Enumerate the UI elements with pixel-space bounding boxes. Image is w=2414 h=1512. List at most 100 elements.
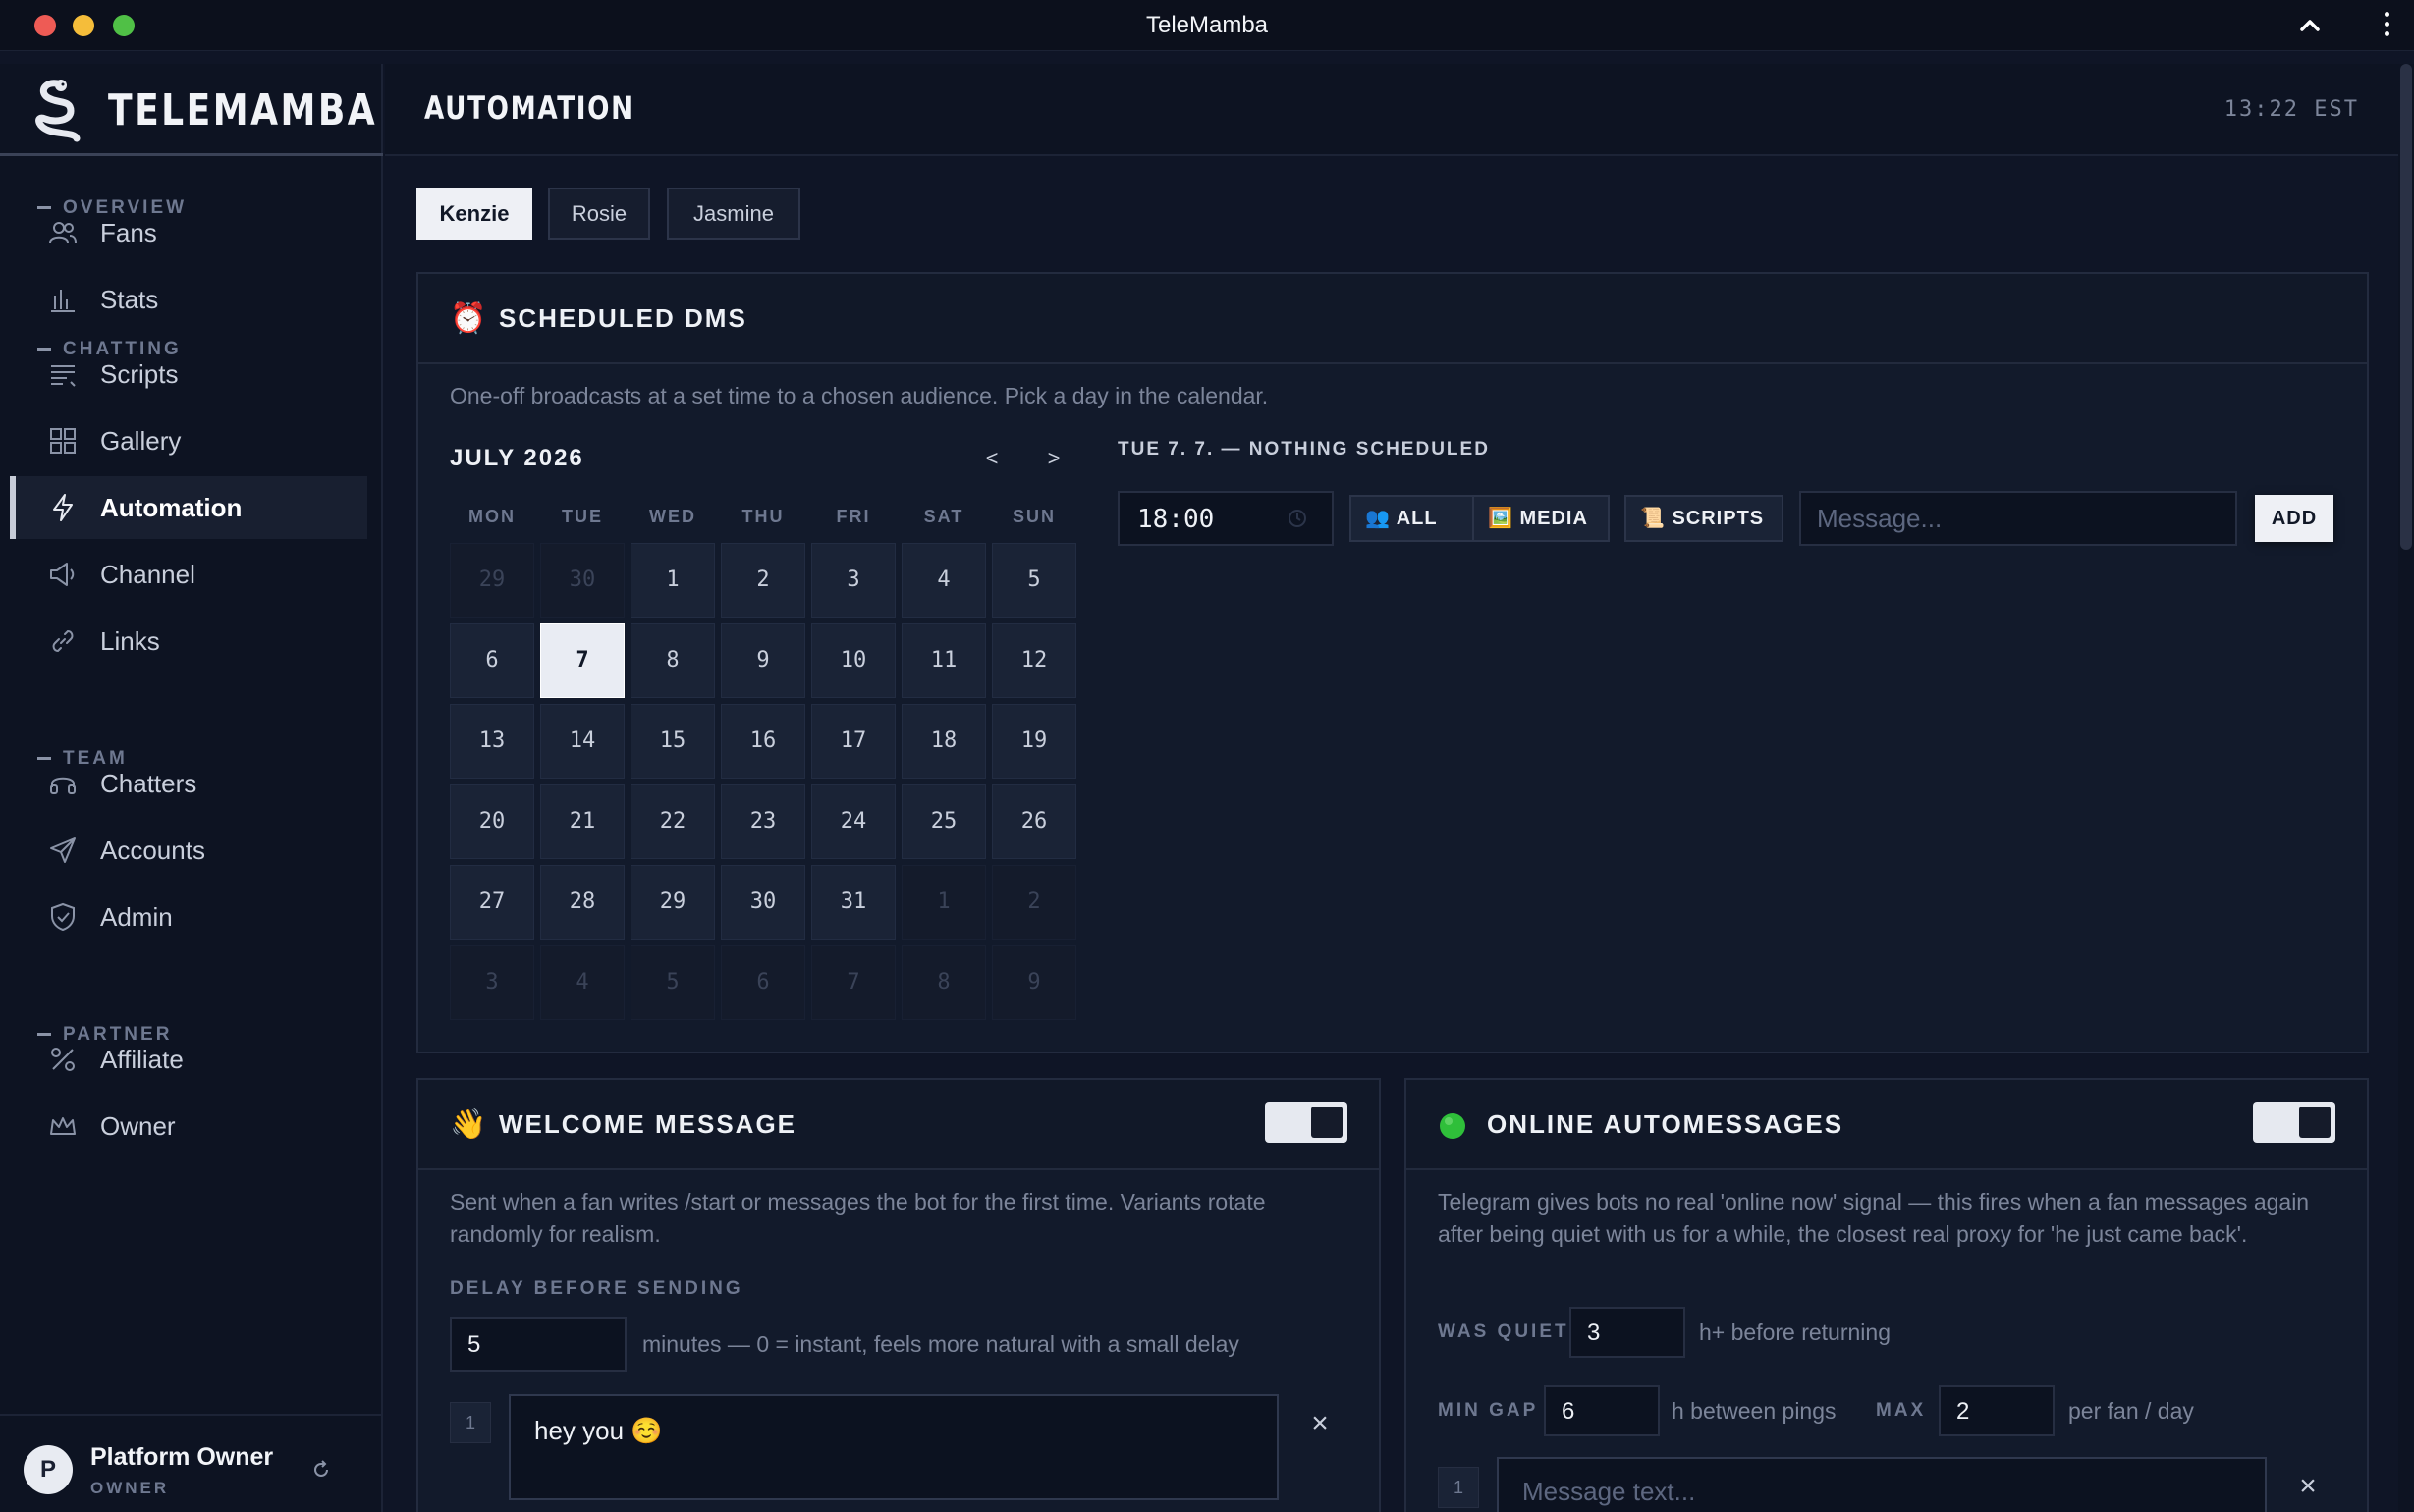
calendar-day[interactable]: 28 — [540, 865, 625, 940]
calendar-day[interactable]: 27 — [450, 865, 534, 940]
tab-jasmine[interactable]: Jasmine — [667, 188, 800, 240]
sidebar-item-links[interactable]: Links — [10, 610, 367, 673]
calendar-day[interactable]: 3 — [811, 543, 896, 618]
clock-readout: 13:22 EST — [2223, 97, 2359, 122]
sidebar-item-fans[interactable]: Fans — [10, 201, 367, 264]
sidebar-item-label: Chatters — [100, 769, 197, 798]
add-button[interactable]: ADD — [2255, 495, 2333, 542]
online-message-input[interactable] — [1497, 1457, 2267, 1512]
message-input[interactable] — [1799, 491, 2237, 546]
sidebar-item-label: Channel — [100, 560, 195, 589]
calendar-day[interactable]: 2 — [721, 543, 805, 618]
more-vertical-icon[interactable] — [2381, 12, 2392, 39]
was-quiet-hint: h+ before returning — [1699, 1320, 1891, 1345]
calendar-next-button[interactable]: > — [1039, 446, 1069, 471]
alarm-clock-icon: ⏰ — [450, 302, 487, 335]
calendar-month: JULY 2026 — [450, 445, 584, 471]
calendar-day[interactable]: 15 — [631, 704, 715, 779]
window-title: TeleMamba — [1145, 12, 1269, 38]
calendar-day[interactable]: 8 — [631, 623, 715, 698]
sidebar-item-chatters[interactable]: Chatters — [10, 752, 367, 815]
calendar-day[interactable]: 11 — [902, 623, 986, 698]
sidebar-item-owner[interactable]: Owner — [10, 1095, 367, 1158]
bar-chart-icon — [51, 290, 75, 312]
clock-icon[interactable] — [1287, 508, 1308, 529]
calendar-day[interactable]: 26 — [992, 784, 1076, 859]
sidebar-item-stats[interactable]: Stats — [10, 268, 367, 331]
variant-index: 1 — [450, 1402, 491, 1443]
sidebar-item-affiliate[interactable]: Affiliate — [10, 1028, 367, 1091]
card-title: SCHEDULED DMS — [499, 303, 747, 333]
chevron-up-icon[interactable] — [2294, 10, 2326, 41]
calendar-day[interactable]: 5 — [992, 543, 1076, 618]
sidebar-item-label: Stats — [100, 285, 159, 314]
variant-textarea[interactable]: hey you ☺️ — [509, 1394, 1279, 1500]
tab-kenzie[interactable]: Kenzie — [416, 188, 532, 240]
calendar-day[interactable]: 14 — [540, 704, 625, 779]
calendar-day[interactable]: 18 — [902, 704, 986, 779]
sidebar-item-accounts[interactable]: Accounts — [10, 819, 367, 882]
title-bar: TeleMamba — [0, 0, 2414, 51]
max-input[interactable]: 2 — [1939, 1385, 2055, 1436]
calendar-day[interactable]: 9 — [721, 623, 805, 698]
calendar-day[interactable]: 16 — [721, 704, 805, 779]
sidebar: TELEMAMBA OVERVIEW Fans Stats CHATTING S… — [0, 64, 383, 1512]
audience-all-button[interactable]: 👥 ALL — [1349, 495, 1475, 542]
welcome-toggle[interactable] — [1265, 1102, 1347, 1143]
calendar-day[interactable]: 1 — [631, 543, 715, 618]
calendar-day-outside: 30 — [540, 543, 625, 618]
calendar-day[interactable]: 21 — [540, 784, 625, 859]
sidebar-item-scripts[interactable]: Scripts — [10, 343, 367, 405]
sidebar-item-automation[interactable]: Automation — [10, 476, 367, 539]
sidebar-item-channel[interactable]: Channel — [10, 543, 367, 606]
calendar-day[interactable]: 13 — [450, 704, 534, 779]
user-profile[interactable]: P Platform Owner OWNER — [0, 1414, 383, 1512]
calendar-day[interactable]: 23 — [721, 784, 805, 859]
remove-message-button[interactable]: × — [2294, 1472, 2322, 1501]
sidebar-item-label: Affiliate — [100, 1045, 184, 1074]
page-title: AUTOMATION — [424, 89, 634, 127]
list-icon — [51, 365, 76, 387]
sidebar-item-label: Accounts — [100, 836, 205, 865]
scrollbar-thumb[interactable] — [2400, 64, 2412, 550]
online-automessages-card: ONLINE AUTOMESSAGES — [1404, 1078, 2369, 1512]
avatar: P — [24, 1445, 73, 1494]
scripts-button[interactable]: 📜 SCRIPTS — [1624, 495, 1783, 542]
calendar-prev-button[interactable]: < — [977, 446, 1007, 471]
refresh-icon[interactable] — [310, 1459, 332, 1481]
was-quiet-input[interactable]: 3 — [1569, 1307, 1685, 1358]
media-button[interactable]: 🖼️ MEDIA — [1472, 495, 1610, 542]
calendar-day[interactable]: 22 — [631, 784, 715, 859]
calendar-day[interactable]: 4 — [902, 543, 986, 618]
snake-logo-icon — [35, 80, 81, 142]
remove-variant-button[interactable]: × — [1306, 1409, 1334, 1438]
calendar-day[interactable]: 25 — [902, 784, 986, 859]
sidebar-item-gallery[interactable]: Gallery — [10, 409, 367, 472]
min-gap-hint: h between pings — [1672, 1398, 1837, 1424]
calendar-day[interactable]: 12 — [992, 623, 1076, 698]
calendar-day[interactable]: 30 — [721, 865, 805, 940]
calendar-day[interactable]: 31 — [811, 865, 896, 940]
message-index: 1 — [1438, 1467, 1479, 1508]
calendar-day[interactable]: 20 — [450, 784, 534, 859]
weekday-header: SUN — [1012, 507, 1056, 526]
calendar-day-outside: 1 — [902, 865, 986, 940]
calendar-day[interactable]: 19 — [992, 704, 1076, 779]
calendar-day[interactable]: 29 — [631, 865, 715, 940]
sidebar-item-admin[interactable]: Admin — [10, 886, 367, 948]
calendar-day[interactable]: 6 — [450, 623, 534, 698]
card-title: ONLINE AUTOMESSAGES — [1487, 1109, 1844, 1139]
selected-day-summary: TUE 7. 7. — NOTHING SCHEDULED — [1118, 439, 1490, 459]
brand[interactable]: TELEMAMBA — [0, 64, 383, 156]
calendar-day[interactable]: 7 — [540, 623, 625, 698]
min-gap-input[interactable]: 6 — [1544, 1385, 1660, 1436]
online-toggle[interactable] — [2253, 1102, 2335, 1143]
calendar-day[interactable]: 17 — [811, 704, 896, 779]
calendar-day[interactable]: 10 — [811, 623, 896, 698]
delay-input[interactable]: 5 — [450, 1317, 627, 1372]
user-name: Platform Owner — [90, 1443, 274, 1471]
tab-rosie[interactable]: Rosie — [548, 188, 650, 240]
user-role: OWNER — [90, 1479, 170, 1497]
weekday-header: SAT — [923, 507, 964, 526]
calendar-day[interactable]: 24 — [811, 784, 896, 859]
